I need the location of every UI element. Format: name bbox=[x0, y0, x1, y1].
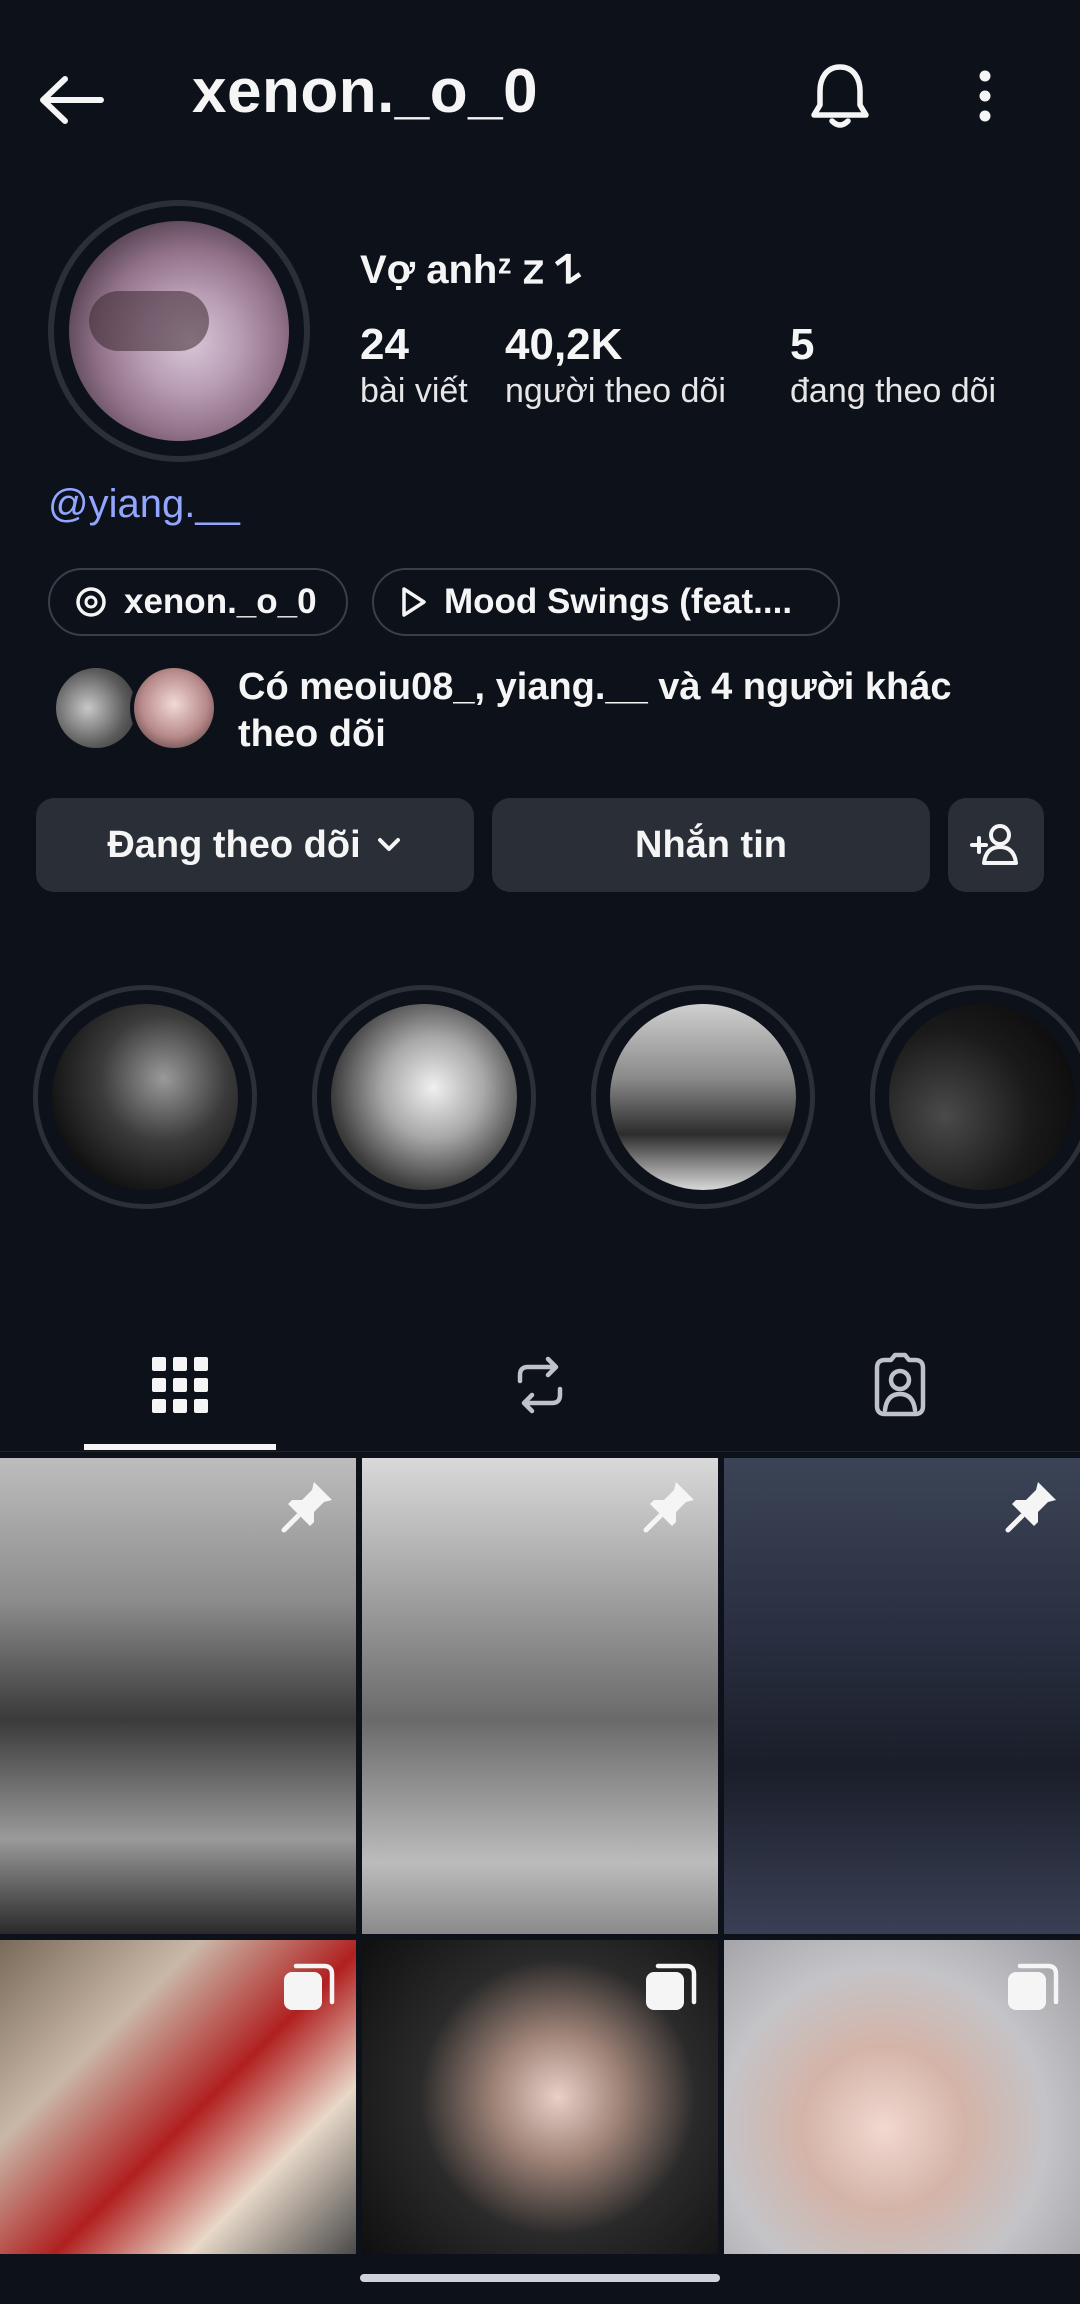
play-icon bbox=[402, 587, 426, 617]
mutual-followers-avatars[interactable] bbox=[52, 664, 218, 754]
post-thumbnail[interactable] bbox=[362, 1940, 718, 2254]
post-thumbnail[interactable] bbox=[0, 1458, 356, 1934]
avatar bbox=[52, 664, 140, 752]
highlight-cover bbox=[331, 1004, 517, 1190]
pin-icon bbox=[1005, 1482, 1056, 1533]
repost-icon bbox=[517, 1356, 563, 1414]
more-vertical-icon bbox=[979, 70, 991, 122]
tab-posts-grid[interactable] bbox=[0, 1320, 360, 1450]
highlight-cover bbox=[610, 1004, 796, 1190]
notifications-button[interactable] bbox=[800, 56, 880, 136]
highlight-item[interactable] bbox=[312, 985, 536, 1209]
tab-tagged[interactable] bbox=[720, 1320, 1080, 1450]
home-indicator[interactable] bbox=[360, 2274, 720, 2282]
avatar bbox=[130, 664, 218, 752]
stat-value: 5 bbox=[790, 320, 815, 369]
back-button[interactable] bbox=[30, 60, 110, 140]
tagged-icon bbox=[874, 1352, 926, 1417]
highlight-item[interactable] bbox=[870, 985, 1080, 1209]
threads-icon bbox=[76, 587, 106, 617]
post-thumbnail[interactable] bbox=[724, 1458, 1080, 1934]
highlight-item[interactable] bbox=[591, 985, 815, 1209]
post-thumbnail[interactable] bbox=[724, 1940, 1080, 2254]
carousel-icon bbox=[1008, 1963, 1059, 2010]
music-pill[interactable]: Mood Swings (feat.... bbox=[372, 568, 840, 636]
stat-label: đang theo dõi bbox=[790, 372, 997, 410]
message-button-label: Nhắn tin bbox=[635, 823, 787, 866]
more-options-button[interactable] bbox=[945, 56, 1025, 136]
avatar-image bbox=[69, 221, 289, 441]
pill-label: Mood Swings (feat.... bbox=[444, 582, 793, 621]
grid-icon bbox=[152, 1357, 208, 1413]
profile-avatar[interactable] bbox=[48, 200, 310, 462]
pin-icon bbox=[281, 1482, 332, 1533]
mutual-followers-text[interactable]: Có meoiu08_, yiang.__ và 4 người khác th… bbox=[238, 664, 1038, 758]
suggest-user-button[interactable] bbox=[948, 798, 1044, 892]
highlight-cover bbox=[52, 1004, 238, 1190]
threads-profile-pill[interactable]: xenon._o_0 bbox=[48, 568, 348, 636]
highlight-cover bbox=[889, 1004, 1075, 1190]
highlight-item[interactable] bbox=[33, 985, 257, 1209]
stat-label: bài viết bbox=[360, 372, 468, 410]
carousel-icon bbox=[646, 1963, 697, 2010]
pill-label: xenon._o_0 bbox=[124, 582, 317, 621]
bell-icon bbox=[811, 64, 869, 128]
stat-value: 40,2K bbox=[505, 320, 623, 369]
add-user-icon bbox=[970, 824, 1018, 865]
stat-label: người theo dõi bbox=[505, 372, 726, 410]
stat-following[interactable]: 5 đang theo dõi bbox=[790, 320, 996, 411]
threads-handle-link[interactable]: @yiang.__ bbox=[48, 482, 240, 527]
post-thumbnail[interactable] bbox=[0, 1940, 356, 2254]
stat-posts[interactable]: 24 bài viết bbox=[360, 320, 468, 411]
following-button-label: Đang theo dõi bbox=[107, 823, 361, 866]
message-button[interactable]: Nhắn tin bbox=[492, 798, 930, 892]
pin-icon bbox=[643, 1482, 694, 1533]
tab-reposts[interactable] bbox=[360, 1320, 720, 1450]
post-thumbnail[interactable] bbox=[362, 1458, 718, 1934]
chevron-down-icon bbox=[377, 838, 400, 851]
profile-username-title: xenon._o_0 bbox=[192, 57, 539, 126]
stat-followers[interactable]: 40,2K người theo dõi bbox=[505, 320, 726, 411]
following-button[interactable]: Đang theo dõi bbox=[36, 798, 474, 892]
carousel-icon bbox=[284, 1963, 335, 2010]
tab-divider bbox=[0, 1451, 1080, 1452]
arrow-left-icon bbox=[40, 76, 104, 124]
top-bar: xenon._o_0 bbox=[0, 0, 1080, 200]
active-tab-indicator bbox=[84, 1444, 276, 1450]
stat-value: 24 bbox=[360, 320, 409, 369]
display-name: Vợ anhᶻ 𝗓 𐰁 bbox=[360, 248, 582, 292]
